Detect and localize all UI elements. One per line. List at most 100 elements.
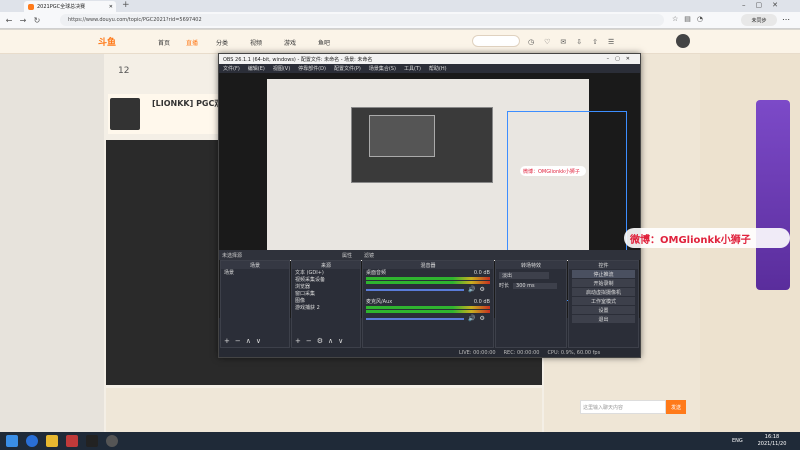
- nav-category[interactable]: 分类: [216, 38, 228, 47]
- controls-header: 控件: [569, 261, 638, 269]
- window-controls-icon[interactable]: –▢✕: [742, 1, 788, 9]
- address-bar[interactable]: https://www.douyu.com/topic/PGC2021?rid=…: [60, 14, 664, 26]
- source-item[interactable]: 文本 (GDI+): [292, 269, 360, 276]
- transitions-header: 转场特效: [496, 261, 566, 269]
- source-item[interactable]: 视频采集设备: [292, 276, 360, 283]
- move-down-icon[interactable]: ∨: [256, 337, 261, 345]
- menu-file[interactable]: 文件(F): [223, 65, 240, 72]
- favorite-icon[interactable]: ☆: [672, 15, 678, 23]
- remove-scene-icon[interactable]: −: [235, 337, 241, 345]
- menu-docks[interactable]: 停靠部件(D): [298, 65, 326, 72]
- language-indicator[interactable]: ENG: [732, 438, 743, 444]
- refresh-icon[interactable]: ↻: [32, 15, 42, 25]
- app-icon[interactable]: [86, 435, 98, 447]
- menu-tools[interactable]: 工具(T): [404, 65, 421, 72]
- menu-profile[interactable]: 配置文件(P): [334, 65, 361, 72]
- filters-tab[interactable]: 滤镜: [364, 252, 374, 259]
- profile-label: 未同步: [751, 17, 767, 24]
- source-item[interactable]: 窗口采集: [292, 290, 360, 297]
- volume-slider[interactable]: [366, 317, 464, 320]
- menu-view[interactable]: 视图(V): [273, 65, 290, 72]
- scene-item[interactable]: 场景: [221, 269, 289, 276]
- virtual-camera-button[interactable]: 启动虚拟摄像机: [572, 288, 635, 296]
- settings-button[interactable]: 设置: [572, 306, 635, 314]
- more-icon[interactable]: ☰: [608, 38, 614, 46]
- tab-title: 2021PGC全球总决赛: [37, 4, 86, 10]
- menu-edit[interactable]: 编辑(E): [248, 65, 265, 72]
- move-up-icon[interactable]: ∧: [246, 337, 251, 345]
- volume-meter: [366, 310, 490, 313]
- transition-select[interactable]: 淡出: [496, 272, 566, 279]
- start-icon[interactable]: [6, 435, 18, 447]
- scenes-header: 场景: [221, 261, 289, 269]
- browser-tabbar: 2021PGC全球总决赛 ✕ + –▢✕: [0, 0, 800, 12]
- streamer-name: [LIONKK] PGC观: [152, 99, 223, 108]
- duration-field[interactable]: 时长 300 ms: [496, 282, 566, 289]
- start-recording-button[interactable]: 开始录制: [572, 279, 635, 287]
- forward-icon[interactable]: →: [18, 15, 28, 25]
- douyu-logo[interactable]: 斗鱼: [98, 35, 132, 49]
- extensions-icon[interactable]: ◔: [697, 15, 703, 23]
- weibo-overlay-small: 微博：OMGlionkk小狮子: [520, 166, 586, 176]
- gear-icon[interactable]: ⚙: [479, 286, 484, 293]
- upload-icon[interactable]: ⇧: [592, 38, 598, 46]
- douyu-header: 斗鱼 首页 直播 分类 视频 游戏 鱼吧 ◷ ♡ ✉ ⇩ ⇧ ☰: [0, 30, 800, 54]
- nav-games[interactable]: 游戏: [284, 38, 296, 47]
- add-source-icon[interactable]: +: [295, 337, 301, 345]
- transitions-dock: 转场特效 淡出 时长 300 ms: [495, 260, 567, 348]
- source-item[interactable]: 游戏捕获 2: [292, 304, 360, 311]
- streamer-avatar[interactable]: [110, 98, 140, 130]
- menu-scene-collection[interactable]: 场景集合(S): [369, 65, 396, 72]
- source-item[interactable]: 浏览器: [292, 283, 360, 290]
- user-avatar[interactable]: [676, 34, 690, 48]
- properties-tab[interactable]: 属性: [342, 252, 352, 259]
- nav-video[interactable]: 视频: [250, 38, 262, 47]
- add-scene-icon[interactable]: +: [224, 337, 230, 345]
- source-up-icon[interactable]: ∧: [328, 337, 333, 345]
- source-settings-icon[interactable]: ⚙: [317, 337, 323, 345]
- speaker-icon[interactable]: 🔊: [468, 315, 475, 322]
- send-button[interactable]: 发送: [666, 400, 686, 414]
- channel-level: 0.0 dB: [473, 298, 490, 305]
- mixer-dock: 混音器 桌面音频 0.0 dB 🔊 ⚙ 麦克风/Aux 0.0 dB 🔊 ⚙: [362, 260, 494, 348]
- follow-icon[interactable]: ♡: [544, 38, 550, 46]
- nav-home[interactable]: 首页: [158, 38, 170, 47]
- edge-icon[interactable]: [26, 435, 38, 447]
- nav-fishbar[interactable]: 鱼吧: [318, 38, 330, 47]
- nav-live[interactable]: 直播: [186, 38, 198, 47]
- explorer-icon[interactable]: [46, 435, 58, 447]
- douyu-search-input[interactable]: [472, 35, 520, 47]
- stop-streaming-button[interactable]: 停止推流: [572, 270, 635, 278]
- speaker-icon[interactable]: 🔊: [468, 286, 475, 293]
- chat-input[interactable]: 这里输入聊天内容: [580, 400, 666, 414]
- obs-taskbar-icon[interactable]: [106, 435, 118, 447]
- profile-button[interactable]: 未同步: [741, 14, 777, 26]
- download-icon[interactable]: ⇩: [576, 38, 582, 46]
- back-icon[interactable]: ←: [4, 15, 14, 25]
- exit-button[interactable]: 退出: [572, 315, 635, 323]
- volume-slider[interactable]: [366, 288, 464, 291]
- weibo-text: 微博：OMGlionkk小狮子: [630, 234, 751, 246]
- studio-mode-button[interactable]: 工作室模式: [572, 297, 635, 305]
- obs-window-controls-icon[interactable]: –▢✕: [607, 56, 636, 62]
- channel-name: 桌面音频: [366, 270, 387, 276]
- system-clock[interactable]: 16:18 2021/11/20: [752, 434, 792, 448]
- source-item[interactable]: 图像: [292, 297, 360, 304]
- tab-close-icon[interactable]: ✕: [109, 4, 113, 10]
- gear-icon[interactable]: ⚙: [479, 315, 484, 322]
- remove-source-icon[interactable]: −: [306, 337, 312, 345]
- app-icon[interactable]: [66, 435, 78, 447]
- new-tab-icon[interactable]: +: [122, 0, 130, 10]
- no-source-label: 未选择源: [222, 252, 243, 259]
- message-icon[interactable]: ✉: [560, 38, 566, 46]
- duration-label: 时长: [499, 283, 510, 289]
- sources-dock: 来源 文本 (GDI+) 视频采集设备 浏览器 窗口采集 图像 游戏捕获 2 +…: [291, 260, 361, 348]
- collections-icon[interactable]: ▤: [684, 15, 691, 23]
- browser-tab[interactable]: 2021PGC全球总决赛 ✕: [24, 1, 116, 12]
- clock-time: 16:18: [764, 434, 780, 440]
- menu-help[interactable]: 帮助(H): [429, 65, 447, 72]
- source-down-icon[interactable]: ∨: [338, 337, 343, 345]
- history-icon[interactable]: ◷: [528, 38, 534, 46]
- browser-menu-icon[interactable]: ⋯: [782, 15, 790, 24]
- promo-banner[interactable]: [756, 100, 790, 290]
